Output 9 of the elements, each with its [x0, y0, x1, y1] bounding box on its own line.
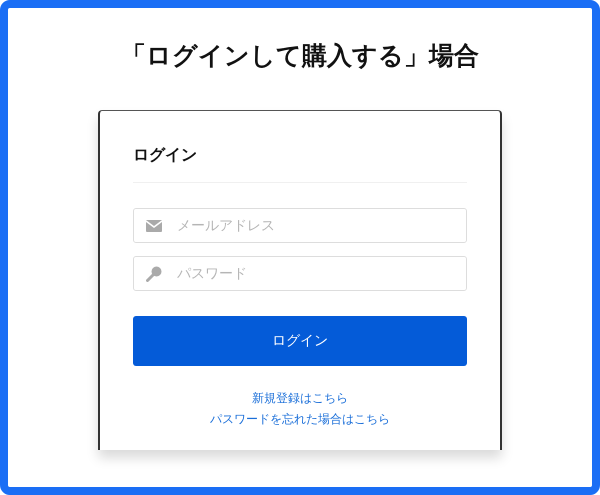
password-field[interactable]: パスワード: [133, 256, 467, 291]
mail-icon: [146, 220, 162, 232]
card-title: ログイン: [133, 145, 467, 183]
forgot-password-link[interactable]: パスワードを忘れた場合はこちら: [210, 411, 390, 428]
email-field[interactable]: メールアドレス: [133, 208, 467, 243]
register-link[interactable]: 新規登録はこちら: [252, 390, 348, 407]
login-button[interactable]: ログイン: [133, 316, 467, 366]
key-icon: [146, 266, 162, 282]
page-heading: 「ログインして購入する」場合: [121, 40, 479, 72]
